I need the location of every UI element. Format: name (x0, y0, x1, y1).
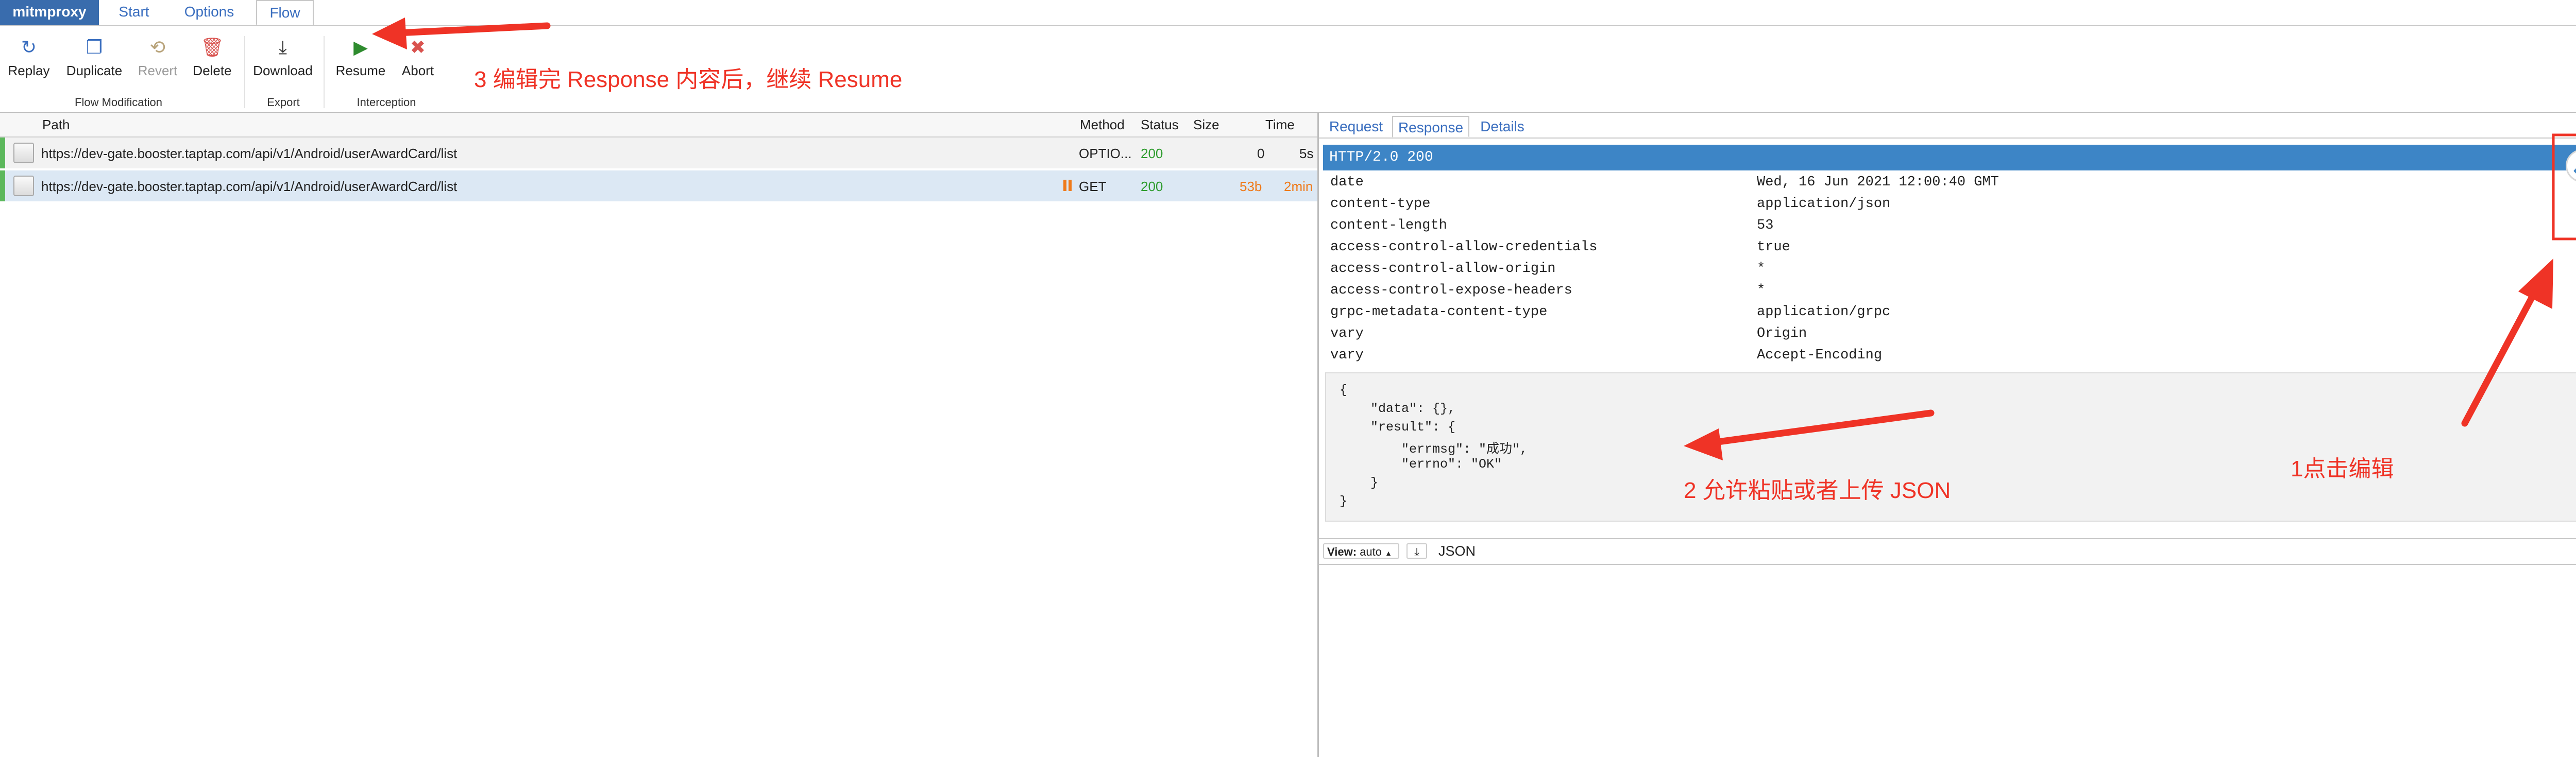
arrow (1684, 409, 1935, 460)
highlight-box (2552, 133, 2576, 240)
annotation-overlay (372, 18, 2576, 460)
arrow (372, 18, 551, 49)
annotation-step-2: 2 允许粘贴或者上传 JSON (1684, 478, 1951, 503)
annotation-step-3: 3 编辑完 Response 内容后，继续 Resume (474, 67, 903, 92)
arrow (2461, 259, 2553, 427)
annotation-step-1: 1点击编辑 (2291, 456, 2394, 481)
